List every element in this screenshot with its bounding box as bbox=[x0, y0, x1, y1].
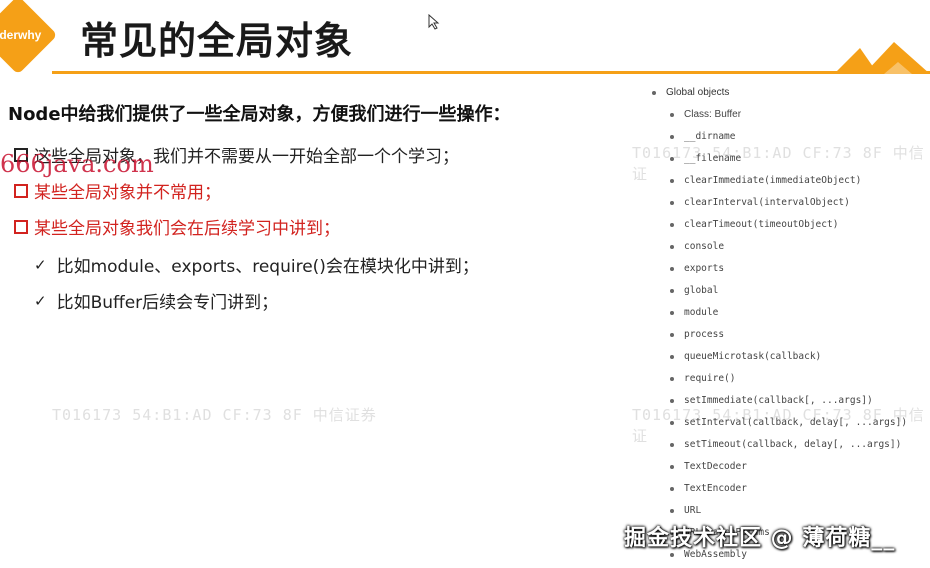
doc-link[interactable]: process bbox=[684, 329, 724, 340]
bullet-text: 某些全局对象我们会在后续学习中讲到； bbox=[34, 219, 340, 239]
bullet-dot-icon bbox=[670, 156, 674, 161]
bullet-dot-icon bbox=[670, 420, 674, 425]
doc-link[interactable]: clearTimeout(timeoutObject) bbox=[684, 219, 838, 230]
bullet-dot-icon bbox=[652, 90, 656, 95]
bullet-dot-icon bbox=[670, 486, 674, 491]
mouse-cursor-icon bbox=[428, 14, 440, 30]
doc-list-item[interactable]: clearImmediate(immediateObject) bbox=[670, 175, 861, 186]
site-watermark: 666java.com bbox=[0, 150, 154, 178]
bullet-dot-icon bbox=[670, 376, 674, 381]
bullet-dot-icon bbox=[670, 244, 674, 249]
bullet-item: 某些全局对象并不常用； bbox=[14, 178, 221, 203]
doc-link[interactable]: module bbox=[684, 307, 718, 318]
sub-bullet-item: ✓ 比如module、exports、require()会在模块化中讲到； bbox=[34, 252, 479, 278]
check-icon: ✓ bbox=[34, 291, 47, 310]
doc-link[interactable]: clearInterval(intervalObject) bbox=[684, 197, 850, 208]
intro-text: Node中给我们提供了一些全局对象，方便我们进行一些操作： bbox=[8, 104, 511, 125]
bullet-dot-icon bbox=[670, 134, 674, 139]
bullet-dot-icon bbox=[670, 200, 674, 205]
sub-bullet-item: ✓ 比如Buffer后续会专门讲到； bbox=[34, 288, 279, 314]
slide-header: oderwhy 常见的全局对象 bbox=[0, 0, 930, 76]
doc-link[interactable]: setTimeout(callback, delay[, ...args]) bbox=[684, 439, 901, 450]
doc-link[interactable]: URL bbox=[684, 505, 701, 516]
bullet-text: 某些全局对象并不常用； bbox=[34, 183, 221, 203]
doc-link[interactable]: global bbox=[684, 285, 718, 296]
doc-heading-label: Global objects bbox=[666, 87, 730, 98]
global-objects-doc-list: Global objects Class: Buffer __dirname _… bbox=[652, 82, 930, 568]
doc-link[interactable]: Class: Buffer bbox=[684, 109, 741, 120]
watermark-stamp: T016173 54:B1:AD CF:73 8F 中信证券 bbox=[52, 406, 377, 424]
doc-list-item[interactable]: require() bbox=[670, 373, 735, 384]
doc-link[interactable]: TextDecoder bbox=[684, 461, 747, 472]
bullet-dot-icon bbox=[670, 442, 674, 447]
juejin-overlay-watermark: 掘金技术社区 @ 薄荷糖__ bbox=[624, 526, 896, 551]
doc-list-item[interactable]: setImmediate(callback[, ...args]) bbox=[670, 395, 873, 406]
doc-list-item[interactable]: process bbox=[670, 329, 724, 340]
doc-link[interactable]: clearImmediate(immediateObject) bbox=[684, 175, 861, 186]
doc-list-item[interactable]: clearInterval(intervalObject) bbox=[670, 197, 850, 208]
doc-list-item[interactable]: global bbox=[670, 285, 718, 296]
doc-list-item[interactable]: clearTimeout(timeoutObject) bbox=[670, 219, 838, 230]
doc-list-item[interactable]: URL bbox=[670, 505, 701, 516]
doc-list-item[interactable]: setTimeout(callback, delay[, ...args]) bbox=[670, 439, 901, 450]
bullet-dot-icon bbox=[670, 354, 674, 359]
bullet-dot-icon bbox=[670, 508, 674, 513]
doc-link[interactable]: setImmediate(callback[, ...args]) bbox=[684, 395, 873, 406]
doc-list-item[interactable]: setInterval(callback, delay[, ...args]) bbox=[670, 417, 907, 428]
doc-link[interactable]: queueMicrotask(callback) bbox=[684, 351, 821, 362]
bullet-dot-icon bbox=[670, 178, 674, 183]
doc-list-item[interactable]: TextEncoder bbox=[670, 483, 747, 494]
doc-list-item[interactable]: module bbox=[670, 307, 718, 318]
sub-bullet-text: 比如Buffer后续会专门讲到； bbox=[56, 293, 279, 313]
bullet-dot-icon bbox=[670, 332, 674, 337]
bullet-dot-icon bbox=[670, 310, 674, 315]
bullet-dot-icon bbox=[670, 222, 674, 227]
doc-list-item[interactable]: exports bbox=[670, 263, 724, 274]
check-icon: ✓ bbox=[34, 255, 47, 274]
doc-list-item[interactable]: __filename bbox=[670, 153, 741, 164]
bullet-dot-icon bbox=[670, 288, 674, 293]
doc-link[interactable]: exports bbox=[684, 263, 724, 274]
page-title: 常见的全局对象 bbox=[80, 19, 354, 63]
logo: oderwhy bbox=[0, 0, 58, 75]
bullet-item: 某些全局对象我们会在后续学习中讲到； bbox=[14, 214, 340, 239]
mountain-decoration-icon bbox=[834, 42, 930, 74]
doc-list-item[interactable]: queueMicrotask(callback) bbox=[670, 351, 821, 362]
bullet-dot-icon bbox=[670, 398, 674, 403]
title-underline bbox=[52, 71, 930, 74]
doc-link[interactable]: __dirname bbox=[684, 131, 735, 142]
doc-link[interactable]: __filename bbox=[684, 153, 741, 164]
doc-link[interactable]: require() bbox=[684, 373, 735, 384]
square-bullet-icon bbox=[14, 219, 28, 234]
bullet-dot-icon bbox=[670, 266, 674, 271]
doc-link[interactable]: setInterval(callback, delay[, ...args]) bbox=[684, 417, 907, 428]
logo-text: oderwhy bbox=[0, 28, 42, 42]
doc-link[interactable]: console bbox=[684, 241, 724, 252]
doc-link[interactable]: TextEncoder bbox=[684, 483, 747, 494]
doc-heading[interactable]: Global objects bbox=[652, 87, 729, 98]
bullet-dot-icon bbox=[670, 112, 674, 117]
sub-bullet-text: 比如module、exports、require()会在模块化中讲到； bbox=[56, 257, 479, 277]
doc-list-item[interactable]: console bbox=[670, 241, 724, 252]
doc-list-item[interactable]: __dirname bbox=[670, 131, 735, 142]
bullet-dot-icon bbox=[670, 464, 674, 469]
bullet-dot-icon bbox=[670, 552, 674, 557]
square-bullet-icon bbox=[14, 183, 28, 198]
doc-list-item[interactable]: Class: Buffer bbox=[670, 109, 741, 120]
doc-list-item[interactable]: TextDecoder bbox=[670, 461, 747, 472]
